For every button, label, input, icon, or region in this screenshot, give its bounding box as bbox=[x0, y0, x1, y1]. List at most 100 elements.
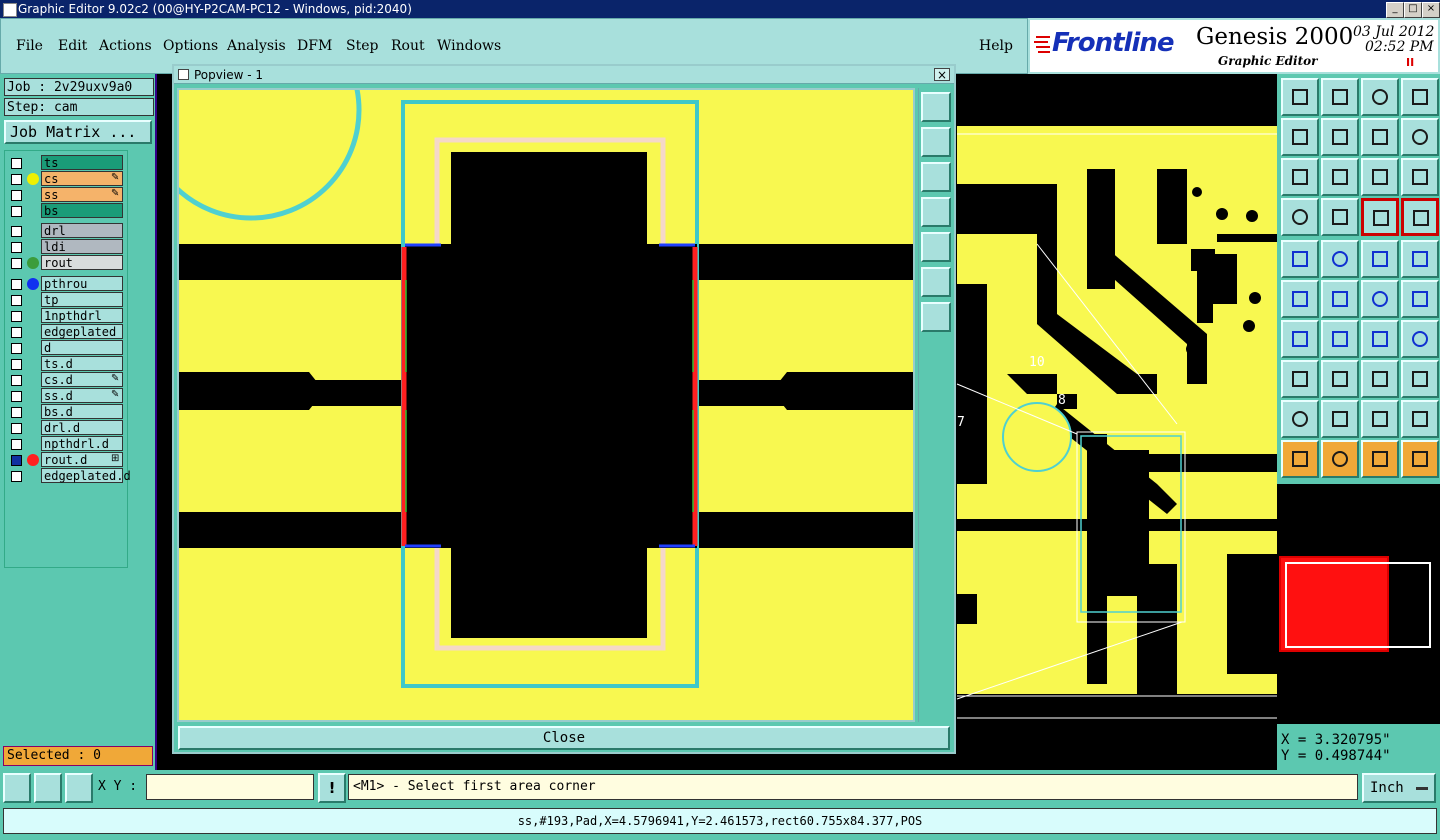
menu-file[interactable]: File bbox=[16, 38, 43, 54]
popview-close-icon[interactable]: × bbox=[934, 68, 950, 81]
zoom-center-icon[interactable] bbox=[1321, 158, 1359, 196]
layer-row-bs-d[interactable]: bs.d bbox=[7, 404, 125, 420]
pause-indicator[interactable]: II bbox=[1406, 56, 1414, 69]
menu-options[interactable]: Options bbox=[163, 38, 218, 54]
minimize-button[interactable]: _ bbox=[1386, 2, 1404, 18]
pointer-edit-icon[interactable] bbox=[1361, 440, 1399, 478]
layer-feat-icon[interactable] bbox=[1361, 198, 1399, 236]
polygon3-icon[interactable] bbox=[1361, 400, 1399, 438]
layer-checkbox[interactable] bbox=[11, 311, 22, 322]
pointer-select-icon[interactable] bbox=[1321, 440, 1359, 478]
layer-checkbox[interactable] bbox=[11, 327, 22, 338]
layer-row-drl-d[interactable]: drl.d bbox=[7, 420, 125, 436]
polygon-icon[interactable] bbox=[1281, 400, 1319, 438]
overview-panel[interactable] bbox=[1277, 484, 1440, 724]
undo-view-icon[interactable] bbox=[1361, 118, 1399, 156]
warning-button[interactable]: ! bbox=[318, 773, 346, 803]
units-select[interactable]: Inch bbox=[1362, 773, 1436, 803]
layer-row-ts-d[interactable]: ts.d bbox=[7, 356, 125, 372]
layer-checkbox[interactable] bbox=[11, 258, 22, 269]
arc-icon[interactable] bbox=[1361, 320, 1399, 358]
layer-checkbox[interactable] bbox=[11, 423, 22, 434]
connect2-icon[interactable] bbox=[1401, 280, 1439, 318]
layer-row-ss-d[interactable]: ss.d ✎ bbox=[7, 388, 125, 404]
layer-row-rout[interactable]: rout bbox=[7, 255, 125, 271]
snap-icon[interactable] bbox=[1321, 280, 1359, 318]
layer-checkbox[interactable] bbox=[11, 242, 22, 253]
menu-edit[interactable]: Edit bbox=[58, 38, 87, 54]
layer-checkbox[interactable] bbox=[11, 439, 22, 450]
xy-input[interactable] bbox=[146, 774, 314, 800]
popview-zoom-window-icon[interactable] bbox=[921, 92, 951, 122]
layer-checkbox[interactable] bbox=[11, 174, 22, 185]
layer-row-tp[interactable]: tp bbox=[7, 292, 125, 308]
popview-zoom-home-icon[interactable] bbox=[921, 302, 951, 332]
grid-icon[interactable] bbox=[1321, 198, 1359, 236]
cut-icon[interactable] bbox=[1321, 360, 1359, 398]
layer-checkbox[interactable] bbox=[11, 158, 22, 169]
layer-row-bs[interactable]: bs bbox=[7, 203, 125, 219]
popview-zoom-fit-icon[interactable] bbox=[921, 267, 951, 297]
help-icon[interactable] bbox=[1401, 158, 1439, 196]
shapes-icon[interactable] bbox=[1401, 360, 1439, 398]
save-icon[interactable] bbox=[1321, 78, 1359, 116]
zoom-fit-icon[interactable] bbox=[1281, 158, 1319, 196]
popview-canvas[interactable] bbox=[177, 88, 915, 722]
layer-checkbox[interactable] bbox=[11, 343, 22, 354]
maximize-button[interactable]: □ bbox=[1404, 2, 1422, 18]
menu-dfm[interactable]: DFM bbox=[297, 38, 332, 54]
layer-row-edgeplated[interactable]: edgeplated bbox=[7, 324, 125, 340]
layer-row-npthdrl-d[interactable]: npthdrl.d bbox=[7, 436, 125, 452]
popview-pan-left-icon[interactable] bbox=[921, 197, 951, 227]
pan-right-icon[interactable] bbox=[1321, 118, 1359, 156]
measure-icon[interactable] bbox=[1361, 240, 1399, 278]
menu-step[interactable]: Step bbox=[346, 38, 378, 54]
net-icon[interactable] bbox=[1281, 280, 1319, 318]
surface-icon[interactable] bbox=[1401, 320, 1439, 358]
popview-pan-down-icon[interactable] bbox=[921, 162, 951, 192]
home-icon[interactable] bbox=[1361, 78, 1399, 116]
layer-checkbox[interactable] bbox=[11, 206, 22, 217]
layer-row-ss[interactable]: ss ✎ bbox=[7, 187, 125, 203]
menu-actions[interactable]: Actions bbox=[99, 38, 152, 54]
scale-1-2-icon[interactable] bbox=[1361, 158, 1399, 196]
menu-analysis[interactable]: Analysis bbox=[227, 38, 286, 54]
layer-checkbox[interactable] bbox=[11, 226, 22, 237]
menu-windows[interactable]: Windows bbox=[437, 38, 501, 54]
center-icon[interactable] bbox=[1361, 360, 1399, 398]
popview-pan-up-icon[interactable] bbox=[921, 127, 951, 157]
add-pad-icon[interactable] bbox=[1281, 240, 1319, 278]
layer-row-rout-d[interactable]: rout.d ⊞ bbox=[7, 452, 125, 468]
layer-row-ts[interactable]: ts bbox=[7, 155, 125, 171]
snap-corner-icon[interactable] bbox=[3, 773, 31, 803]
line-icon[interactable] bbox=[1321, 320, 1359, 358]
layer-row-pthrou[interactable]: pthrou bbox=[7, 276, 125, 292]
snap-angle-icon[interactable] bbox=[34, 773, 62, 803]
connect-icon[interactable] bbox=[1361, 280, 1399, 318]
popview-pan-right-icon[interactable] bbox=[921, 232, 951, 262]
job-matrix-button[interactable]: Job Matrix ... bbox=[4, 120, 152, 144]
pointer-icon[interactable] bbox=[1281, 440, 1319, 478]
polygon2-icon[interactable] bbox=[1321, 400, 1359, 438]
layout-icon[interactable] bbox=[1401, 78, 1439, 116]
polygon4-icon[interactable] bbox=[1401, 400, 1439, 438]
route-icon[interactable] bbox=[1401, 440, 1439, 478]
layer-checkbox[interactable] bbox=[11, 190, 22, 201]
pan-left-icon[interactable] bbox=[1281, 118, 1319, 156]
layer-checkbox[interactable] bbox=[11, 375, 22, 386]
layer-row-d[interactable]: d bbox=[7, 340, 125, 356]
layer-checkbox[interactable] bbox=[11, 295, 22, 306]
layer-row-ldi[interactable]: ldi bbox=[7, 239, 125, 255]
open-step-icon[interactable] bbox=[1281, 78, 1319, 116]
layer-checkbox[interactable] bbox=[11, 391, 22, 402]
layer-feat2-icon[interactable] bbox=[1401, 198, 1439, 236]
layer-row-1npthdrl[interactable]: 1npthdrl bbox=[7, 308, 125, 324]
layer-checkbox[interactable] bbox=[11, 359, 22, 370]
layer-checkbox[interactable] bbox=[11, 455, 22, 466]
layer-checkbox[interactable] bbox=[11, 471, 22, 482]
popview-close-button[interactable]: Close bbox=[178, 726, 950, 750]
layer-checkbox[interactable] bbox=[11, 279, 22, 290]
layer-row-drl[interactable]: drl bbox=[7, 223, 125, 239]
menu-rout[interactable]: Rout bbox=[391, 38, 425, 54]
snap-grid-icon[interactable] bbox=[65, 773, 93, 803]
